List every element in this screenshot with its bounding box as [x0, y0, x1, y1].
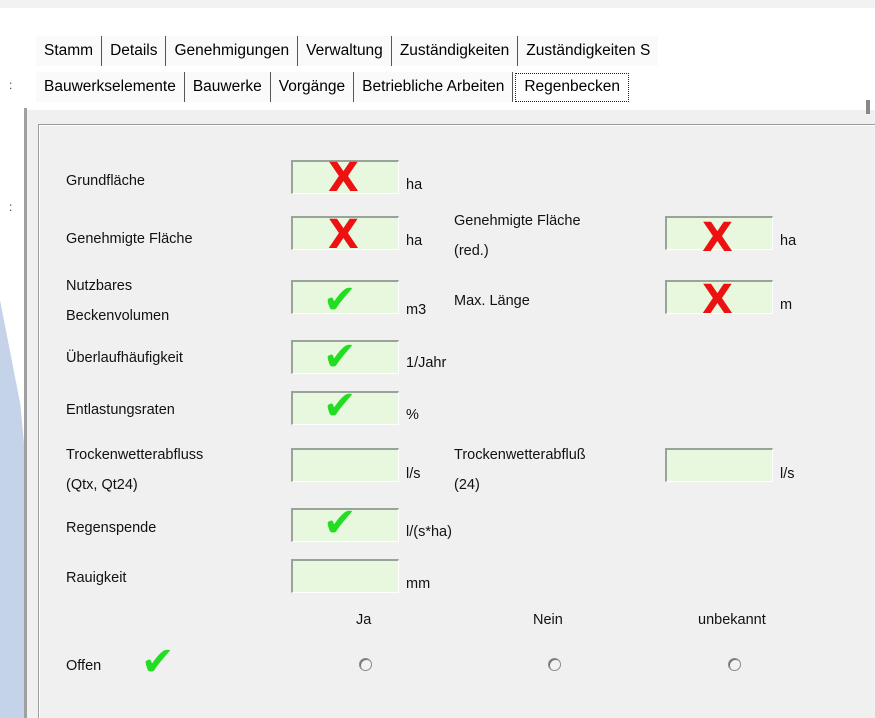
tab-betriebliche-arbeiten[interactable]: Betriebliche Arbeiten: [354, 72, 514, 102]
label-genehmigte-flaeche-red-line1: Genehmigte Fläche: [454, 213, 581, 229]
label-grundflaeche: Grundfläche: [66, 173, 145, 189]
checkmark-icon: ✔: [141, 639, 175, 685]
tab-zustaendigkeiten-s[interactable]: Zuständigkeiten S: [518, 36, 659, 66]
label-nutzbares-beckenvolumen-line2: Beckenvolumen: [66, 308, 170, 324]
rauigkeit-field[interactable]: [291, 559, 399, 593]
unit-ueberlaufhaeufigkeit: 1/Jahr: [406, 355, 447, 371]
unit-regenspende: l/(s*ha): [406, 524, 452, 540]
panel-border: [24, 108, 27, 718]
radio-header-unbekannt: unbekannt: [698, 612, 766, 628]
tab-bauwerke[interactable]: Bauwerke: [184, 72, 271, 102]
unit-trockenwetterabfluss-24: l/s: [780, 466, 795, 482]
trockenwetterabfluss-field[interactable]: [291, 448, 399, 482]
checkmark-icon: ✔: [323, 500, 357, 546]
x-mark-icon: X: [328, 212, 359, 258]
tab-regenbecken[interactable]: Regenbecken: [515, 73, 629, 102]
left-edge-mark: :: [9, 200, 13, 214]
radio-offen-ja[interactable]: [359, 658, 372, 671]
x-mark-icon: X: [328, 155, 359, 201]
label-entlastungsraten: Entlastungsraten: [66, 402, 175, 418]
label-regenspende: Regenspende: [66, 520, 157, 536]
label-trockenwetterabfluss-24-line2: (24): [454, 477, 480, 493]
unit-entlastungsraten: %: [406, 407, 419, 423]
tab-details[interactable]: Details: [102, 36, 167, 66]
tab-genehmigungen[interactable]: Genehmigungen: [166, 36, 299, 66]
x-mark-icon: X: [702, 277, 733, 323]
unit-grundflaeche: ha: [406, 177, 423, 193]
radio-offen-unbekannt[interactable]: [728, 658, 741, 671]
label-nutzbares-beckenvolumen-line1: Nutzbares: [66, 278, 133, 294]
x-mark-icon: X: [702, 215, 733, 261]
unit-genehmigte-flaeche-red: ha: [780, 233, 797, 249]
label-ueberlaufhaeufigkeit: Überlaufhäufigkeit: [66, 350, 183, 366]
checkmark-icon: ✔: [323, 383, 357, 429]
label-offen: Offen: [66, 658, 102, 674]
unit-nutzbares-beckenvolumen: m3: [406, 302, 427, 318]
radio-offen-nein[interactable]: [548, 658, 561, 671]
tab-vorgaenge[interactable]: Vorgänge: [270, 72, 355, 102]
radio-header-nein: Nein: [533, 612, 563, 628]
label-trockenwetterabfluss-line2: (Qtx, Qt24): [66, 477, 138, 493]
tab-verwaltung[interactable]: Verwaltung: [298, 36, 392, 66]
tab-row-1: Stamm Details Genehmigungen Verwaltung Z…: [36, 36, 659, 66]
label-trockenwetterabfluss-line1: Trockenwetterabfluss: [66, 447, 204, 463]
tab-bauwerkselemente[interactable]: Bauwerkselemente: [36, 72, 185, 102]
label-genehmigte-flaeche: Genehmigte Fläche: [66, 231, 193, 247]
unit-genehmigte-flaeche: ha: [406, 233, 423, 249]
checkmark-icon: ✔: [323, 334, 357, 380]
radio-header-ja: Ja: [356, 612, 372, 628]
left-edge-mark: :: [9, 78, 13, 92]
window-top-strip: [0, 0, 875, 8]
label-genehmigte-flaeche-red-line2: (red.): [454, 243, 489, 259]
label-max-laenge: Max. Länge: [454, 293, 530, 309]
label-rauigkeit: Rauigkeit: [66, 570, 127, 586]
tab-stamm[interactable]: Stamm: [36, 36, 103, 66]
tab-zustaendigkeiten[interactable]: Zuständigkeiten: [391, 36, 519, 66]
unit-rauigkeit: mm: [406, 576, 431, 592]
tab-row-2: Bauwerkselemente Bauwerke Vorgänge Betri…: [36, 72, 629, 102]
unit-trockenwetterabfluss: l/s: [406, 466, 421, 482]
unit-max-laenge: m: [780, 297, 793, 313]
label-trockenwetterabfluss-24-line1: Trockenwetterabfluß: [454, 447, 586, 463]
trockenwetterabfluss-24-field[interactable]: [665, 448, 773, 482]
panel-border-right: [866, 100, 870, 114]
checkmark-icon: ✔: [323, 277, 357, 323]
